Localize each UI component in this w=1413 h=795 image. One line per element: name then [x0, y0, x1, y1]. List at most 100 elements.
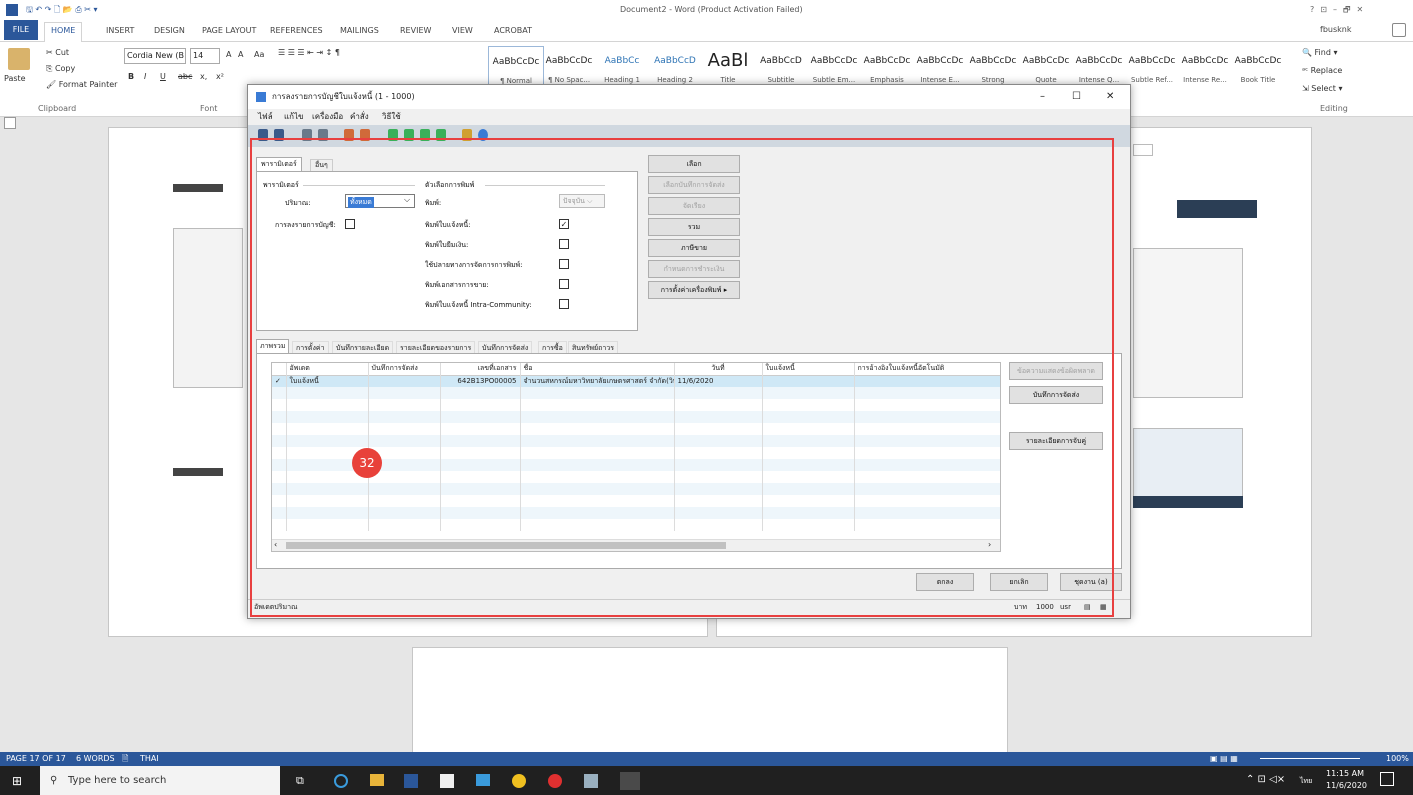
ruler-toggle-icon[interactable]: [4, 117, 16, 129]
proofing-icon[interactable]: 🗎: [122, 752, 128, 766]
tab-references[interactable]: REFERENCES: [264, 23, 329, 39]
right-button-4[interactable]: ภาษีขาย: [648, 239, 740, 257]
replace-button[interactable]: ᵃᶜ Replace: [1302, 66, 1342, 75]
tab-bottom-5[interactable]: การซื้อ: [538, 341, 567, 353]
ribbon-display-icon[interactable]: ⊡: [1320, 5, 1333, 14]
opera-icon[interactable]: [548, 774, 562, 788]
tab-bottom-4[interactable]: บันทึกการจัดส่ง: [478, 341, 533, 353]
word-count[interactable]: 6 WORDS: [76, 752, 115, 766]
clock-date[interactable]: 11/6/2020: [1326, 781, 1367, 790]
menu-tools[interactable]: เครื่องมือ: [312, 109, 343, 125]
avatar[interactable]: [1392, 23, 1406, 37]
tab-file[interactable]: FILE: [4, 20, 38, 40]
input-language[interactable]: ไทย: [1300, 776, 1312, 787]
document-page-next[interactable]: [412, 647, 1008, 752]
zoom-slider[interactable]: [1260, 758, 1360, 759]
first-record-icon[interactable]: [388, 129, 398, 141]
table-row[interactable]: [272, 399, 1000, 411]
print-option-checkbox[interactable]: ✓: [559, 219, 569, 229]
tab-bottom-2[interactable]: บันทึกรายละเอียด: [332, 341, 394, 353]
print-option-checkbox[interactable]: [559, 259, 569, 269]
dialog-maximize-icon[interactable]: ☐: [1072, 85, 1081, 109]
bold-button[interactable]: B: [128, 72, 134, 81]
store-icon[interactable]: [440, 774, 454, 788]
grow-font-button[interactable]: A: [226, 50, 231, 59]
grid-side-button-1[interactable]: บันทึกการจัดส่ง: [1009, 386, 1103, 404]
find-button[interactable]: 🔍 Find ▾: [1302, 48, 1337, 57]
horizontal-scrollbar[interactable]: ‹ ›: [272, 539, 1000, 551]
paste-button[interactable]: Paste: [4, 74, 26, 83]
language[interactable]: THAI: [140, 752, 159, 766]
chrome-icon[interactable]: [512, 774, 526, 788]
grid-header-shipping[interactable]: บันทึกการจัดส่ง: [368, 363, 441, 375]
style-12[interactable]: AaBbCcDc Subtle Ref...: [1124, 46, 1180, 92]
user-name[interactable]: fbusknk: [1320, 25, 1351, 34]
batch-button[interactable]: ชุดงาน (a): [1060, 573, 1122, 591]
tab-bottom-1[interactable]: การตั้งค่า: [292, 341, 329, 353]
restore-icon[interactable]: 🗗: [1343, 5, 1357, 14]
view-buttons[interactable]: ▣ ▤ ▦: [1210, 752, 1238, 766]
grid-header-doc-number[interactable]: เลขที่เอกสาร: [440, 363, 521, 375]
italic-button[interactable]: I: [144, 72, 146, 81]
next-record-icon[interactable]: [420, 129, 430, 141]
style-14[interactable]: AaBbCcDc Book Title: [1230, 46, 1286, 92]
last-record-icon[interactable]: [436, 129, 446, 141]
table-row[interactable]: [272, 435, 1000, 447]
paragraph-controls[interactable]: ☰ ☰ ☰ ⇤ ⇥ ↕ ¶: [278, 48, 340, 57]
start-icon[interactable]: ⊞: [12, 774, 22, 788]
tab-view[interactable]: VIEW: [446, 23, 479, 39]
grid-header-auto-ref[interactable]: การอ้างอิงใบแจ้งหนี้อัตโนมัติ: [854, 363, 1000, 375]
subscript-button[interactable]: x,: [200, 72, 207, 81]
minimize-icon[interactable]: –: [1333, 5, 1343, 14]
taskbar-search[interactable]: ⚲ Type here to search: [40, 766, 280, 795]
table-row[interactable]: ✓ ใบแจ้งหนี้ 642B13PO00005 จำนวนสหกรณ์มหาวิ…: [272, 375, 1000, 387]
print-option-checkbox[interactable]: [559, 299, 569, 309]
strikethrough-button[interactable]: abc: [178, 72, 192, 81]
scroll-left-icon[interactable]: ‹: [274, 540, 277, 549]
grid-side-button-0[interactable]: ข้อความแสดงข้อผิดพลาด: [1009, 362, 1103, 380]
info-icon[interactable]: [478, 129, 488, 141]
print-option-checkbox[interactable]: [559, 239, 569, 249]
tool-icon[interactable]: [584, 774, 598, 788]
dialog-close-icon[interactable]: ✕: [1106, 85, 1114, 109]
change-case-button[interactable]: Aa: [254, 50, 264, 59]
tab-home[interactable]: HOME: [44, 22, 83, 42]
tray-icons[interactable]: ⌃ ⊡ ◁×: [1246, 774, 1285, 785]
scroll-right-icon[interactable]: ›: [988, 540, 991, 549]
quick-access-toolbar[interactable]: 🖫 ↶ ↷ 🗋 📂 ⎙ ✂ ▾: [26, 4, 98, 18]
style-13[interactable]: AaBbCcDc Intense Re...: [1177, 46, 1233, 92]
format-painter-button[interactable]: 🖌 Format Painter: [46, 80, 117, 89]
table-row[interactable]: [272, 411, 1000, 423]
tab-bottom-3[interactable]: รายละเอียดของรายการ: [396, 341, 476, 353]
superscript-button[interactable]: x²: [216, 72, 224, 81]
tab-acrobat[interactable]: ACROBAT: [488, 23, 538, 39]
tab-other[interactable]: อื่นๆ: [310, 159, 333, 171]
new-icon[interactable]: [258, 129, 268, 141]
sort-icon[interactable]: [360, 129, 370, 141]
close-icon[interactable]: ✕: [1356, 5, 1369, 14]
table-row[interactable]: [272, 507, 1000, 519]
tab-design[interactable]: DESIGN: [148, 23, 191, 39]
print-select[interactable]: ปัจจุบัน ⌵: [559, 194, 605, 208]
tab-review[interactable]: REVIEW: [394, 23, 437, 39]
print-option-checkbox[interactable]: [559, 279, 569, 289]
table-row[interactable]: [272, 471, 1000, 483]
notifications-icon[interactable]: [1380, 772, 1394, 786]
table-row[interactable]: [272, 423, 1000, 435]
filter-icon[interactable]: [344, 129, 354, 141]
paste-icon[interactable]: [8, 48, 30, 70]
tab-bottom-0[interactable]: ภาพรวม: [256, 339, 290, 353]
tab-parameters[interactable]: พารามิเตอร์: [256, 157, 302, 171]
word-taskbar-icon[interactable]: [404, 774, 418, 788]
right-button-3[interactable]: รวม: [648, 218, 740, 236]
file-explorer-icon[interactable]: [370, 774, 384, 786]
table-row[interactable]: [272, 495, 1000, 507]
right-button-2[interactable]: จัดเรียง: [648, 197, 740, 215]
right-button-1[interactable]: เลือกบันทึกการจัดส่ง: [648, 176, 740, 194]
menu-file[interactable]: ไฟล์: [258, 109, 273, 125]
font-size-input[interactable]: 14: [190, 48, 220, 64]
posting-checkbox[interactable]: [345, 219, 355, 229]
underline-button[interactable]: U: [160, 72, 166, 81]
task-view-icon[interactable]: ⧉: [296, 774, 304, 788]
mail-icon[interactable]: [476, 774, 490, 786]
